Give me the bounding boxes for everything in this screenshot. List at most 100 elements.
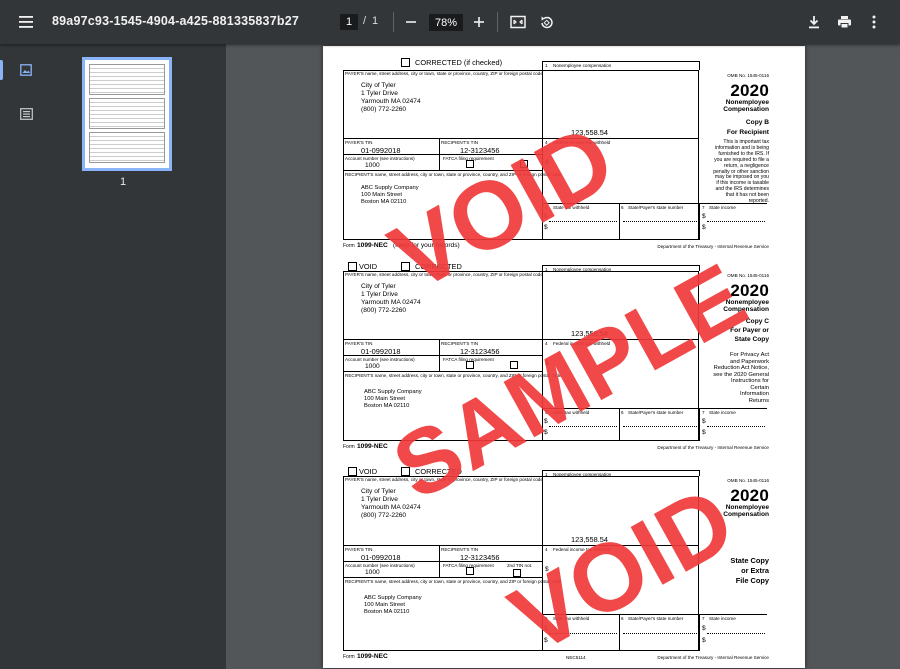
- menu-icon: [19, 16, 33, 28]
- form-divider: [619, 614, 620, 651]
- box5-dollar: $: [544, 224, 548, 231]
- form-copy-b: CORRECTED (if checked) PAYER'S name, str…: [323, 56, 805, 249]
- form-divider: [619, 408, 620, 441]
- box7-number: 7: [702, 205, 705, 210]
- payer-city: Yarmouth MA 02474: [361, 98, 421, 105]
- print-button[interactable]: [833, 11, 855, 33]
- payer-name-label: PAYER'S name, street address, city or to…: [345, 477, 543, 482]
- void-checkbox[interactable]: [348, 262, 357, 271]
- document-viewer[interactable]: CORRECTED (if checked) PAYER'S name, str…: [226, 44, 900, 669]
- corrected-checkbox[interactable]: [401, 467, 410, 476]
- form-divider: [542, 265, 699, 266]
- form-divider: [343, 577, 542, 578]
- thumbnail-copy-preview: [89, 132, 165, 163]
- zoom-out-button[interactable]: [400, 11, 422, 33]
- more-actions-button[interactable]: [863, 11, 885, 33]
- more-vert-icon: [872, 15, 876, 29]
- form-divider: [542, 408, 767, 409]
- box7-number: 7: [702, 410, 705, 415]
- form-divider: [699, 61, 700, 70]
- account-label: Account number (see instructions): [345, 563, 415, 568]
- box1-value: 123,558.54: [571, 535, 608, 544]
- fatca-checkbox[interactable]: [466, 361, 474, 369]
- form-title-line2: Compensation: [723, 106, 769, 113]
- box5-dollar: $: [544, 213, 548, 220]
- thumbnail-view-tab[interactable]: [0, 52, 40, 88]
- payer-city: Yarmouth MA 02474: [361, 504, 421, 511]
- box6-number: 6: [621, 616, 624, 621]
- form-divider: [699, 470, 700, 476]
- recipient-tin-label: RECIPIENT'S TIN: [441, 341, 479, 346]
- box7-dollar: $: [702, 224, 706, 231]
- second-tin-checkbox[interactable]: [520, 160, 528, 168]
- corrected-label: CORRECTED: [415, 467, 462, 476]
- menu-button[interactable]: [12, 8, 40, 36]
- second-tin-checkbox[interactable]: [513, 569, 521, 577]
- tax-year: 2020: [730, 486, 769, 505]
- payer-phone: (800) 772-2260: [361, 106, 407, 113]
- account-number: 1000: [365, 363, 380, 370]
- fatca-checkbox[interactable]: [466, 160, 474, 168]
- tax-year: 2020: [730, 281, 769, 300]
- state-line: [707, 426, 765, 427]
- copy-name: Copy B: [745, 119, 769, 126]
- rotate-icon: [540, 16, 553, 28]
- box1-label: Nonemployee compensation: [553, 63, 612, 68]
- print-icon: [837, 16, 851, 29]
- pdf-page: CORRECTED (if checked) PAYER'S name, str…: [323, 46, 805, 668]
- keep-records: (keep for your records): [393, 242, 460, 249]
- thumbnail-copy-preview: [89, 98, 165, 129]
- page-thumbnail[interactable]: [82, 57, 172, 171]
- copy-name: State Copy: [730, 556, 769, 565]
- state-line: [623, 221, 697, 222]
- payer-name: City of Tyler: [361, 283, 396, 290]
- second-tin-checkbox[interactable]: [510, 361, 518, 369]
- box7-label: State income: [709, 410, 736, 415]
- box6-label: State/Payer's state number: [628, 616, 684, 621]
- payer-phone: (800) 772-2260: [361, 512, 407, 519]
- download-button[interactable]: [803, 11, 825, 33]
- thumbnail-copy-preview: [89, 64, 165, 95]
- box1-number: 1: [545, 267, 548, 272]
- form-copy-state: VOID CORRECTED PAYER'S name, street addr…: [323, 465, 805, 665]
- rotate-button[interactable]: [535, 11, 557, 33]
- box4-label: Federal income tax withheld: [553, 140, 611, 145]
- outline-view-tab[interactable]: [0, 96, 40, 132]
- fatca-checkbox[interactable]: [466, 567, 474, 575]
- fit-page-button[interactable]: [507, 11, 529, 33]
- corrected-checkbox[interactable]: [401, 58, 410, 67]
- copy-notice-line: reported.: [748, 198, 769, 205]
- form-divider: [699, 408, 700, 441]
- account-number: 1000: [365, 569, 380, 576]
- toolbar-divider: [393, 12, 394, 32]
- form-divider: [343, 371, 542, 372]
- box5-dollar: $: [544, 625, 548, 632]
- state-line: [549, 633, 617, 634]
- zoom-in-button[interactable]: [468, 11, 490, 33]
- box1-number: 1: [545, 63, 548, 68]
- box7-label: State income: [709, 205, 736, 210]
- form-divider: [542, 545, 699, 546]
- box7-dollar: $: [702, 625, 706, 632]
- zoom-out-icon: [406, 21, 416, 23]
- form-title-line2: Compensation: [723, 306, 769, 313]
- box6-number: 6: [621, 410, 624, 415]
- state-line: [707, 221, 765, 222]
- page-number-input[interactable]: 1: [340, 14, 358, 30]
- box4-number: 4: [545, 341, 548, 346]
- box1-value: 123,558.54: [571, 128, 608, 137]
- treasury-dept: Department of the Treasury - Internal Re…: [657, 244, 769, 249]
- form-title-line2: Compensation: [723, 511, 769, 518]
- corrected-checkbox[interactable]: [401, 262, 410, 271]
- box5-number: 5: [545, 410, 548, 415]
- zoom-level-input[interactable]: 78%: [429, 14, 463, 31]
- form-divider: [542, 470, 543, 651]
- form-divider: [343, 355, 542, 356]
- box7-dollar: $: [702, 213, 706, 220]
- form-divider: [699, 614, 700, 651]
- recipient-name-label: RECIPIENT'S name, street address, city o…: [345, 579, 562, 584]
- box5-dollar: $: [544, 637, 548, 644]
- void-checkbox[interactable]: [348, 467, 357, 476]
- box5-label: State tax withheld: [553, 205, 590, 210]
- copy-notice: For Privacy Act and Paperwork Reduction Ac…: [713, 352, 769, 404]
